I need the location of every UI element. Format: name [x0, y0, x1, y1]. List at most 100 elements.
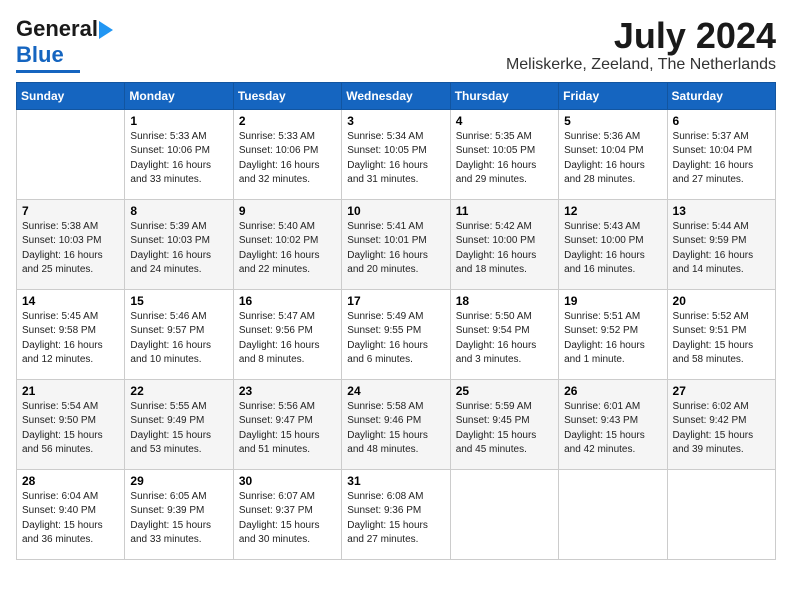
day-info: Sunrise: 5:37 AMSunset: 10:04 PMDaylight… [673, 130, 770, 188]
day-info: Sunrise: 5:50 AMSunset: 9:54 PMDaylight:… [456, 310, 553, 368]
calendar-cell [450, 469, 558, 559]
calendar-cell: 22 Sunrise: 5:55 AMSunset: 9:49 PMDayligh… [125, 379, 233, 469]
day-info: Sunrise: 5:35 AMSunset: 10:05 PMDaylight… [456, 130, 553, 188]
calendar-cell: 26 Sunrise: 6:01 AMSunset: 9:43 PMDayligh… [559, 379, 667, 469]
calendar-week-4: 21 Sunrise: 5:54 AMSunset: 9:50 PMDayligh… [17, 379, 776, 469]
day-info: Sunrise: 5:34 AMSunset: 10:05 PMDaylight… [347, 130, 444, 188]
calendar-cell [559, 469, 667, 559]
day-info: Sunrise: 5:38 AMSunset: 10:03 PMDaylight… [22, 220, 119, 278]
day-number: 4 [456, 114, 553, 128]
day-info: Sunrise: 5:44 AMSunset: 9:59 PMDaylight:… [673, 220, 770, 278]
day-info: Sunrise: 5:36 AMSunset: 10:04 PMDaylight… [564, 130, 661, 188]
calendar-cell: 14 Sunrise: 5:45 AMSunset: 9:58 PMDayligh… [17, 289, 125, 379]
day-number: 5 [564, 114, 661, 128]
calendar-cell: 9 Sunrise: 5:40 AMSunset: 10:02 PMDayligh… [233, 199, 341, 289]
day-number: 16 [239, 294, 336, 308]
calendar-subtitle: Meliskerke, Zeeland, The Netherlands [506, 56, 776, 74]
logo-underline [16, 70, 80, 73]
weekday-header-wednesday: Wednesday [342, 82, 450, 109]
day-number: 22 [130, 384, 227, 398]
day-number: 6 [673, 114, 770, 128]
calendar-cell: 31 Sunrise: 6:08 AMSunset: 9:36 PMDayligh… [342, 469, 450, 559]
calendar-cell: 23 Sunrise: 5:56 AMSunset: 9:47 PMDayligh… [233, 379, 341, 469]
day-info: Sunrise: 5:51 AMSunset: 9:52 PMDaylight:… [564, 310, 661, 368]
day-info: Sunrise: 6:05 AMSunset: 9:39 PMDaylight:… [130, 490, 227, 548]
day-info: Sunrise: 6:08 AMSunset: 9:36 PMDaylight:… [347, 490, 444, 548]
day-number: 31 [347, 474, 444, 488]
calendar-cell: 20 Sunrise: 5:52 AMSunset: 9:51 PMDayligh… [667, 289, 775, 379]
day-info: Sunrise: 5:54 AMSunset: 9:50 PMDaylight:… [22, 400, 119, 458]
calendar-cell: 27Sunrise: 6:02 AMSunset: 9:42 PMDayligh… [667, 379, 775, 469]
weekday-header-saturday: Saturday [667, 82, 775, 109]
calendar-cell: 15 Sunrise: 5:46 AMSunset: 9:57 PMDayligh… [125, 289, 233, 379]
calendar-cell: 8 Sunrise: 5:39 AMSunset: 10:03 PMDayligh… [125, 199, 233, 289]
day-number: 13 [673, 204, 770, 218]
calendar-week-3: 14 Sunrise: 5:45 AMSunset: 9:58 PMDayligh… [17, 289, 776, 379]
day-info: Sunrise: 6:01 AMSunset: 9:43 PMDaylight:… [564, 400, 661, 458]
day-info: Sunrise: 5:58 AMSunset: 9:46 PMDaylight:… [347, 400, 444, 458]
day-number: 27 [673, 384, 770, 398]
calendar-cell: 16 Sunrise: 5:47 AMSunset: 9:56 PMDayligh… [233, 289, 341, 379]
calendar-cell: 19Sunrise: 5:51 AMSunset: 9:52 PMDayligh… [559, 289, 667, 379]
day-info: Sunrise: 5:47 AMSunset: 9:56 PMDaylight:… [239, 310, 336, 368]
calendar-cell: 1Sunrise: 5:33 AMSunset: 10:06 PMDayligh… [125, 109, 233, 199]
calendar-cell: 5 Sunrise: 5:36 AMSunset: 10:04 PMDayligh… [559, 109, 667, 199]
weekday-header-monday: Monday [125, 82, 233, 109]
calendar-cell: 4 Sunrise: 5:35 AMSunset: 10:05 PMDayligh… [450, 109, 558, 199]
calendar-title: July 2024 [506, 16, 776, 56]
calendar-cell: 13 Sunrise: 5:44 AMSunset: 9:59 PMDayligh… [667, 199, 775, 289]
calendar-cell: 25Sunrise: 5:59 AMSunset: 9:45 PMDayligh… [450, 379, 558, 469]
weekday-header-thursday: Thursday [450, 82, 558, 109]
calendar-week-5: 28 Sunrise: 6:04 AMSunset: 9:40 PMDayligh… [17, 469, 776, 559]
calendar-week-1: 1Sunrise: 5:33 AMSunset: 10:06 PMDayligh… [17, 109, 776, 199]
calendar-cell [667, 469, 775, 559]
day-info: Sunrise: 5:55 AMSunset: 9:49 PMDaylight:… [130, 400, 227, 458]
day-info: Sunrise: 5:56 AMSunset: 9:47 PMDaylight:… [239, 400, 336, 458]
calendar-header-row: SundayMondayTuesdayWednesdayThursdayFrid… [17, 82, 776, 109]
day-info: Sunrise: 5:46 AMSunset: 9:57 PMDaylight:… [130, 310, 227, 368]
day-number: 8 [130, 204, 227, 218]
title-block: July 2024 Meliskerke, Zeeland, The Nethe… [506, 16, 776, 74]
day-number: 11 [456, 204, 553, 218]
day-number: 20 [673, 294, 770, 308]
day-info: Sunrise: 5:43 AMSunset: 10:00 PMDaylight… [564, 220, 661, 278]
day-info: Sunrise: 6:04 AMSunset: 9:40 PMDaylight:… [22, 490, 119, 548]
calendar-cell: 18 Sunrise: 5:50 AMSunset: 9:54 PMDayligh… [450, 289, 558, 379]
day-info: Sunrise: 5:40 AMSunset: 10:02 PMDaylight… [239, 220, 336, 278]
weekday-header-sunday: Sunday [17, 82, 125, 109]
day-info: Sunrise: 5:59 AMSunset: 9:45 PMDaylight:… [456, 400, 553, 458]
logo: GeneralBlue [16, 16, 114, 73]
day-number: 21 [22, 384, 119, 398]
calendar-cell: 11 Sunrise: 5:42 AMSunset: 10:00 PMDaylig… [450, 199, 558, 289]
day-info: Sunrise: 5:33 AMSunset: 10:06 PMDaylight… [130, 130, 227, 188]
day-number: 15 [130, 294, 227, 308]
day-number: 10 [347, 204, 444, 218]
day-info: Sunrise: 5:45 AMSunset: 9:58 PMDaylight:… [22, 310, 119, 368]
day-number: 17 [347, 294, 444, 308]
calendar-cell: 10Sunrise: 5:41 AMSunset: 10:01 PMDaylig… [342, 199, 450, 289]
day-info: Sunrise: 5:49 AMSunset: 9:55 PMDaylight:… [347, 310, 444, 368]
day-number: 9 [239, 204, 336, 218]
day-info: Sunrise: 5:33 AMSunset: 10:06 PMDaylight… [239, 130, 336, 188]
day-number: 18 [456, 294, 553, 308]
day-info: Sunrise: 5:42 AMSunset: 10:00 PMDaylight… [456, 220, 553, 278]
day-number: 14 [22, 294, 119, 308]
calendar-cell: 29Sunrise: 6:05 AMSunset: 9:39 PMDayligh… [125, 469, 233, 559]
calendar-cell: 3 Sunrise: 5:34 AMSunset: 10:05 PMDayligh… [342, 109, 450, 199]
day-number: 28 [22, 474, 119, 488]
day-number: 26 [564, 384, 661, 398]
calendar-cell: 2 Sunrise: 5:33 AMSunset: 10:06 PMDayligh… [233, 109, 341, 199]
day-number: 23 [239, 384, 336, 398]
calendar-cell: 28 Sunrise: 6:04 AMSunset: 9:40 PMDayligh… [17, 469, 125, 559]
day-info: Sunrise: 5:39 AMSunset: 10:03 PMDaylight… [130, 220, 227, 278]
calendar-cell [17, 109, 125, 199]
day-number: 2 [239, 114, 336, 128]
weekday-header-friday: Friday [559, 82, 667, 109]
day-info: Sunrise: 6:07 AMSunset: 9:37 PMDaylight:… [239, 490, 336, 548]
logo-text: GeneralBlue [16, 16, 114, 68]
day-number: 3 [347, 114, 444, 128]
day-number: 12 [564, 204, 661, 218]
calendar-week-2: 7Sunrise: 5:38 AMSunset: 10:03 PMDayligh… [17, 199, 776, 289]
calendar-cell: 7Sunrise: 5:38 AMSunset: 10:03 PMDayligh… [17, 199, 125, 289]
day-info: Sunrise: 5:52 AMSunset: 9:51 PMDaylight:… [673, 310, 770, 368]
